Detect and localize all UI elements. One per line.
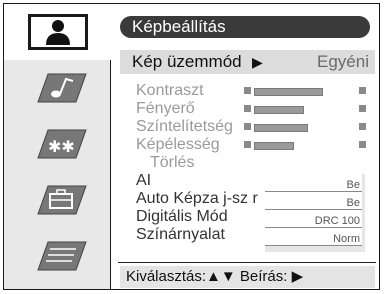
ai-label: AI xyxy=(136,172,152,189)
brightness-label: Fényerő xyxy=(136,100,195,117)
slider-min-marker xyxy=(244,123,251,130)
auto-format-value[interactable]: Be xyxy=(265,192,362,210)
picture-mode-row[interactable]: Kép üzemmód ▶ Egyéni xyxy=(120,50,375,74)
contrast-label: Kontraszt xyxy=(136,82,204,99)
sharpness-slider[interactable] xyxy=(244,136,366,154)
color-tone-label: Színárnyalat xyxy=(136,226,225,243)
slider-fill xyxy=(254,88,323,96)
stars-icon: ✱✱ xyxy=(28,126,88,162)
slider-min-marker xyxy=(244,105,251,112)
slider-fill xyxy=(254,106,304,114)
osd-menu-frame: ✱✱ Képbeállítás Kép üzemmód ▶ Egyéni Kon… xyxy=(3,3,380,290)
footer-hint: Kiválasztás:▲▼ Beírás: ▶ xyxy=(120,266,375,288)
tab-features[interactable] xyxy=(4,172,111,228)
contrast-slider[interactable] xyxy=(244,82,366,100)
right-arrow-icon: ▶ xyxy=(252,54,263,70)
brightness-slider[interactable] xyxy=(244,100,366,118)
slider-min-marker xyxy=(244,141,251,148)
picture-mode-value: Egyéni xyxy=(317,52,369,71)
ai-value[interactable]: Be xyxy=(265,174,362,192)
digital-mode-value[interactable]: DRC 100 xyxy=(265,210,362,228)
document-lines-icon xyxy=(28,238,88,274)
tab-sound[interactable] xyxy=(4,60,111,116)
slider-max-marker xyxy=(359,87,366,94)
svg-text:✱✱: ✱✱ xyxy=(48,137,75,156)
saturation-slider[interactable] xyxy=(244,118,366,136)
tab-channels[interactable]: ✱✱ xyxy=(4,116,111,172)
saturation-label: Színtelítetség xyxy=(136,118,233,135)
auto-format-label: Auto Képza j-sz r xyxy=(136,190,258,207)
menu-title: Képbeállítás xyxy=(120,16,370,38)
briefcase-icon xyxy=(28,182,88,218)
sharpness-label: Képélesség xyxy=(136,136,220,153)
slider-fill xyxy=(254,142,294,150)
color-tone-value[interactable]: Norm xyxy=(265,228,362,246)
slider-max-marker xyxy=(359,105,366,112)
slider-min-marker xyxy=(244,87,251,94)
settings-panel: Képbeállítás Kép üzemmód ▶ Egyéni Kontra… xyxy=(110,4,379,289)
footer-divider xyxy=(118,262,376,263)
reset-item[interactable]: Törlés xyxy=(150,154,194,172)
slider-max-marker xyxy=(359,141,366,148)
picture-mode-label: Kép üzemmód xyxy=(132,52,242,71)
person-icon xyxy=(28,14,88,50)
slider-max-marker xyxy=(359,123,366,130)
digital-mode-label: Digitális Mód xyxy=(136,208,228,225)
tab-setup[interactable] xyxy=(4,228,111,289)
slider-fill xyxy=(254,124,308,132)
tab-picture[interactable] xyxy=(4,4,111,60)
music-note-icon xyxy=(28,70,88,106)
